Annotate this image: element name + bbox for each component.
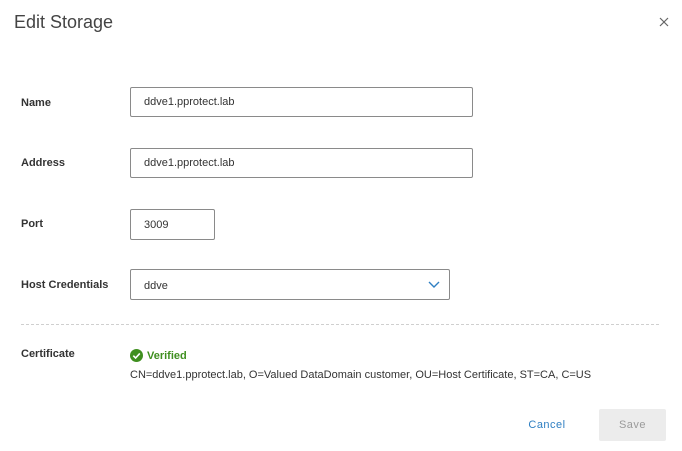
check-circle-icon (130, 349, 143, 362)
address-input[interactable] (130, 148, 473, 178)
dialog-title: Edit Storage (14, 12, 114, 32)
certificate-detail: CN=ddve1.pprotect.lab, O=Valued DataDoma… (130, 369, 592, 381)
edit-storage-dialog: Edit Storage Name Address Port Host Cred… (0, 0, 682, 451)
cancel-button[interactable]: Cancel (519, 411, 575, 439)
close-icon (659, 17, 669, 27)
close-button[interactable] (654, 12, 674, 32)
port-input[interactable] (130, 209, 215, 240)
certificate-label: Certificate (21, 348, 75, 360)
name-label: Name (21, 97, 51, 109)
certificate-status-text: Verified (147, 349, 187, 362)
host-credentials-select[interactable]: ddve (130, 269, 450, 300)
port-label: Port (21, 218, 43, 230)
host-credentials-label: Host Credentials (21, 279, 109, 291)
certificate-status: Verified (130, 349, 187, 362)
section-divider (21, 324, 659, 325)
save-button[interactable]: Save (599, 409, 666, 441)
address-label: Address (21, 157, 66, 169)
host-credentials-value: ddve (144, 280, 168, 292)
name-input[interactable] (130, 87, 473, 117)
chevron-down-icon (428, 281, 440, 288)
